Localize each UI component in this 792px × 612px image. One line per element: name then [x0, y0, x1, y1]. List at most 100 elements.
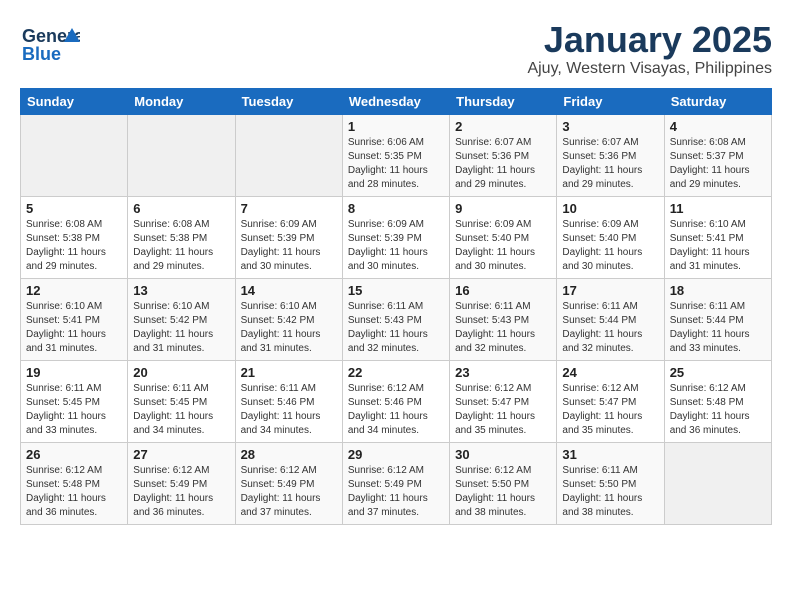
calendar-cell: 11 Sunrise: 6:10 AMSunset: 5:41 PMDayligh… [664, 196, 771, 278]
calendar-cell: 5 Sunrise: 6:08 AMSunset: 5:38 PMDaylight… [21, 196, 128, 278]
calendar-cell: 12 Sunrise: 6:10 AMSunset: 5:41 PMDayligh… [21, 278, 128, 360]
calendar-cell: 24 Sunrise: 6:12 AMSunset: 5:47 PMDayligh… [557, 360, 664, 442]
page-header: General Blue January 2025 Ajuy, Western … [20, 20, 772, 78]
day-number: 10 [562, 201, 658, 216]
calendar-cell: 15Sunrise: 6:11 AMSunset: 5:43 PMDayligh… [342, 278, 449, 360]
calendar-table: Sunday Monday Tuesday Wednesday Thursday… [20, 88, 772, 525]
col-thursday: Thursday [450, 88, 557, 114]
day-info: Sunrise: 6:11 AMSunset: 5:44 PMDaylight:… [562, 300, 658, 356]
day-info: Sunrise: 6:11 AMSunset: 5:45 PMDaylight:… [133, 382, 229, 438]
day-info: Sunrise: 6:09 AMSunset: 5:39 PMDaylight:… [241, 218, 337, 274]
day-number: 31 [562, 447, 658, 462]
day-number: 16 [455, 283, 551, 298]
logo: General Blue [20, 20, 80, 70]
calendar-cell: 9 Sunrise: 6:09 AMSunset: 5:40 PMDaylight… [450, 196, 557, 278]
calendar-cell [21, 114, 128, 196]
day-info: Sunrise: 6:12 AMSunset: 5:48 PMDaylight:… [670, 382, 766, 438]
day-info: Sunrise: 6:09 AMSunset: 5:40 PMDaylight:… [562, 218, 658, 274]
day-info: Sunrise: 6:08 AMSunset: 5:38 PMDaylight:… [26, 218, 122, 274]
day-number: 4 [670, 119, 766, 134]
calendar-cell: 7 Sunrise: 6:09 AMSunset: 5:39 PMDaylight… [235, 196, 342, 278]
calendar-cell: 3Sunrise: 6:07 AMSunset: 5:36 PMDaylight… [557, 114, 664, 196]
calendar-cell: 22 Sunrise: 6:12 AMSunset: 5:46 PMDayligh… [342, 360, 449, 442]
day-info: Sunrise: 6:12 AMSunset: 5:50 PMDaylight:… [455, 464, 551, 520]
page-subtitle: Ajuy, Western Visayas, Philippines [527, 60, 772, 78]
calendar-cell: 8Sunrise: 6:09 AMSunset: 5:39 PMDaylight… [342, 196, 449, 278]
day-info: Sunrise: 6:12 AMSunset: 5:47 PMDaylight:… [562, 382, 658, 438]
day-info: Sunrise: 6:12 AMSunset: 5:46 PMDaylight:… [348, 382, 444, 438]
day-info: Sunrise: 6:11 AMSunset: 5:50 PMDaylight:… [562, 464, 658, 520]
calendar-cell: 17 Sunrise: 6:11 AMSunset: 5:44 PMDayligh… [557, 278, 664, 360]
col-monday: Monday [128, 88, 235, 114]
calendar-cell: 21Sunrise: 6:11 AMSunset: 5:46 PMDayligh… [235, 360, 342, 442]
calendar-cell: 19 Sunrise: 6:11 AMSunset: 5:45 PMDayligh… [21, 360, 128, 442]
calendar-week-2: 5 Sunrise: 6:08 AMSunset: 5:38 PMDaylight… [21, 196, 772, 278]
calendar-header: Sunday Monday Tuesday Wednesday Thursday… [21, 88, 772, 114]
col-wednesday: Wednesday [342, 88, 449, 114]
col-sunday: Sunday [21, 88, 128, 114]
day-number: 7 [241, 201, 337, 216]
day-number: 13 [133, 283, 229, 298]
logo-icon: General Blue [20, 20, 80, 70]
calendar-cell: 6 Sunrise: 6:08 AMSunset: 5:38 PMDaylight… [128, 196, 235, 278]
day-number: 19 [26, 365, 122, 380]
calendar-week-4: 19 Sunrise: 6:11 AMSunset: 5:45 PMDayligh… [21, 360, 772, 442]
calendar-cell: 10 Sunrise: 6:09 AMSunset: 5:40 PMDayligh… [557, 196, 664, 278]
calendar-cell: 30 Sunrise: 6:12 AMSunset: 5:50 PMDayligh… [450, 442, 557, 524]
calendar-body: 1 Sunrise: 6:06 AMSunset: 5:35 PMDaylight… [21, 114, 772, 524]
day-number: 11 [670, 201, 766, 216]
day-info: Sunrise: 6:11 AMSunset: 5:45 PMDaylight:… [26, 382, 122, 438]
day-number: 6 [133, 201, 229, 216]
day-number: 30 [455, 447, 551, 462]
calendar-cell: 31 Sunrise: 6:11 AMSunset: 5:50 PMDayligh… [557, 442, 664, 524]
day-number: 24 [562, 365, 658, 380]
day-info: Sunrise: 6:07 AMSunset: 5:36 PMDaylight:… [455, 136, 551, 192]
calendar-cell: 13Sunrise: 6:10 AMSunset: 5:42 PMDayligh… [128, 278, 235, 360]
day-number: 2 [455, 119, 551, 134]
day-number: 28 [241, 447, 337, 462]
col-tuesday: Tuesday [235, 88, 342, 114]
calendar-cell: 25 Sunrise: 6:12 AMSunset: 5:48 PMDayligh… [664, 360, 771, 442]
day-info: Sunrise: 6:11 AMSunset: 5:43 PMDaylight:… [455, 300, 551, 356]
calendar-cell: 28 Sunrise: 6:12 AMSunset: 5:49 PMDayligh… [235, 442, 342, 524]
svg-text:Blue: Blue [22, 44, 61, 64]
col-saturday: Saturday [664, 88, 771, 114]
col-friday: Friday [557, 88, 664, 114]
day-number: 26 [26, 447, 122, 462]
day-info: Sunrise: 6:12 AMSunset: 5:47 PMDaylight:… [455, 382, 551, 438]
day-number: 14 [241, 283, 337, 298]
day-number: 25 [670, 365, 766, 380]
day-number: 17 [562, 283, 658, 298]
day-info: Sunrise: 6:12 AMSunset: 5:48 PMDaylight:… [26, 464, 122, 520]
day-number: 18 [670, 283, 766, 298]
day-number: 20 [133, 365, 229, 380]
day-info: Sunrise: 6:10 AMSunset: 5:41 PMDaylight:… [26, 300, 122, 356]
calendar-cell: 20 Sunrise: 6:11 AMSunset: 5:45 PMDayligh… [128, 360, 235, 442]
day-info: Sunrise: 6:09 AMSunset: 5:39 PMDaylight:… [348, 218, 444, 274]
calendar-cell: 1 Sunrise: 6:06 AMSunset: 5:35 PMDaylight… [342, 114, 449, 196]
day-info: Sunrise: 6:12 AMSunset: 5:49 PMDaylight:… [348, 464, 444, 520]
calendar-cell: 23Sunrise: 6:12 AMSunset: 5:47 PMDayligh… [450, 360, 557, 442]
calendar-cell [128, 114, 235, 196]
day-info: Sunrise: 6:12 AMSunset: 5:49 PMDaylight:… [241, 464, 337, 520]
day-info: Sunrise: 6:12 AMSunset: 5:49 PMDaylight:… [133, 464, 229, 520]
day-number: 27 [133, 447, 229, 462]
day-info: Sunrise: 6:06 AMSunset: 5:35 PMDaylight:… [348, 136, 444, 192]
calendar-cell: 4Sunrise: 6:08 AMSunset: 5:37 PMDaylight… [664, 114, 771, 196]
calendar-cell: 27 Sunrise: 6:12 AMSunset: 5:49 PMDayligh… [128, 442, 235, 524]
day-info: Sunrise: 6:07 AMSunset: 5:36 PMDaylight:… [562, 136, 658, 192]
day-number: 12 [26, 283, 122, 298]
calendar-cell: 29Sunrise: 6:12 AMSunset: 5:49 PMDayligh… [342, 442, 449, 524]
day-info: Sunrise: 6:10 AMSunset: 5:41 PMDaylight:… [670, 218, 766, 274]
day-info: Sunrise: 6:09 AMSunset: 5:40 PMDaylight:… [455, 218, 551, 274]
day-number: 5 [26, 201, 122, 216]
calendar-week-1: 1 Sunrise: 6:06 AMSunset: 5:35 PMDaylight… [21, 114, 772, 196]
calendar-week-5: 26 Sunrise: 6:12 AMSunset: 5:48 PMDayligh… [21, 442, 772, 524]
day-info: Sunrise: 6:08 AMSunset: 5:38 PMDaylight:… [133, 218, 229, 274]
day-number: 9 [455, 201, 551, 216]
day-number: 22 [348, 365, 444, 380]
calendar-cell: 14Sunrise: 6:10 AMSunset: 5:42 PMDayligh… [235, 278, 342, 360]
calendar-cell: 16 Sunrise: 6:11 AMSunset: 5:43 PMDayligh… [450, 278, 557, 360]
day-number: 1 [348, 119, 444, 134]
calendar-cell [664, 442, 771, 524]
